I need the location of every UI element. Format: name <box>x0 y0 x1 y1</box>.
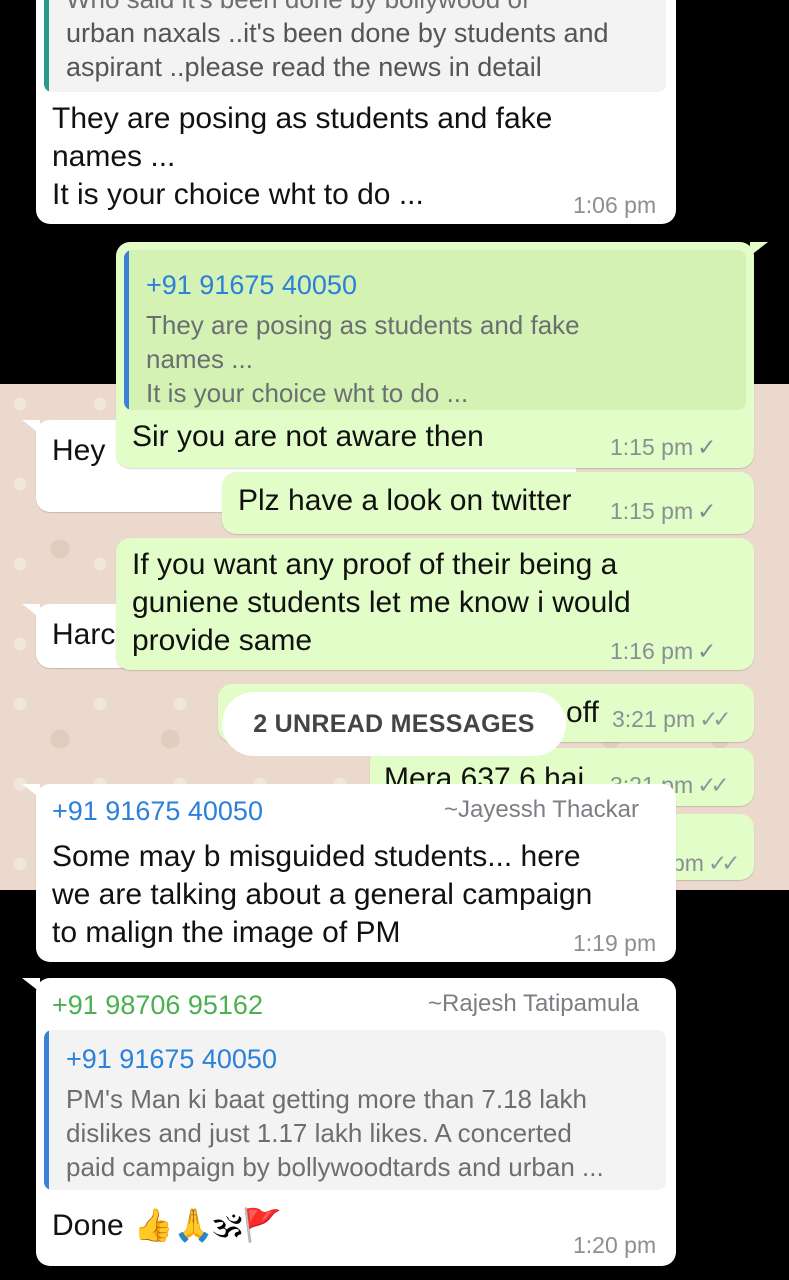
message-text: Sir you are not aware then <box>132 420 484 453</box>
sender-pushname: ~Rajesh Tatipamula <box>428 990 640 1017</box>
message-text: we are talking about a general campaign <box>52 878 593 911</box>
bubble-tail <box>22 978 40 992</box>
quote-bar <box>124 250 129 410</box>
message-text: Some may b misguided students... here <box>52 840 581 873</box>
message-bubble-outgoing[interactable]: Plz have a look on twitter 1:15 pm ✓ <box>222 472 754 534</box>
quote-text-line: urban naxals ..it's been done by student… <box>66 18 609 48</box>
bubble-tail <box>22 420 40 434</box>
message-text: provide same <box>132 624 313 657</box>
double-check-tick-icon: ✓✓ <box>697 772 729 798</box>
message-time: 1:06 pm <box>573 192 657 218</box>
bubble-tail <box>22 604 40 618</box>
message-time: 3:21 pm✓✓ <box>612 706 732 732</box>
message-text: If you want any proof of their being a <box>132 548 618 581</box>
quote-text-line: aspirant ..please read the news in detai… <box>66 52 542 82</box>
quote-text-line: Who said it's been done by bollywood of <box>66 0 529 16</box>
quote-bar <box>44 1030 49 1190</box>
message-time: 1:16 pm ✓ <box>610 638 717 664</box>
unread-messages-divider: 2 UNREAD MESSAGES <box>222 692 566 756</box>
quote-text-line: PM's Man ki baat getting more than 7.18 … <box>66 1084 587 1114</box>
quote-text-line: It is your choice wht to do ... <box>146 378 469 408</box>
double-check-tick-icon: ✓✓ <box>699 706 731 732</box>
message-time: 1:19 pm <box>573 930 657 956</box>
message-text: names ... <box>52 140 176 173</box>
double-check-tick-icon: ✓✓ <box>707 850 740 876</box>
message-bubble-outgoing[interactable]: If you want any proof of their being a g… <box>116 538 754 670</box>
quote-text-line: They are posing as students and fake <box>146 310 580 340</box>
message-text: to malign the image of PM <box>52 916 401 949</box>
quote-bar <box>44 0 49 92</box>
sender-pushname: ~Jayessh Thackar <box>444 796 639 823</box>
message-time: pm ✓✓ <box>672 850 740 876</box>
message-bubble-outgoing[interactable]: +91 91675 40050 They are posing as stude… <box>116 242 754 468</box>
message-time: 1:15 pm ✓ <box>610 434 717 460</box>
check-tick-icon: ✓ <box>697 434 717 460</box>
quote-text-line: paid campaign by bollywoodtards and urba… <box>66 1152 604 1182</box>
sender-number[interactable]: +91 91675 40050 <box>52 796 263 827</box>
quote-text-line: names ... <box>146 344 253 374</box>
quoted-message[interactable]: +91 91675 40050 They are posing as stude… <box>124 250 746 410</box>
message-time: 1:20 pm <box>573 1232 657 1258</box>
quote-sender: +91 91675 40050 <box>146 270 357 300</box>
check-tick-icon: ✓ <box>697 638 717 664</box>
sender-number[interactable]: +91 98706 95162 <box>52 990 263 1021</box>
emoji-set: 👍🙏🕉🚩 <box>133 1207 283 1243</box>
bubble-tail <box>22 784 40 798</box>
message-text: Plz have a look on twitter <box>238 484 572 517</box>
check-tick-icon: ✓ <box>697 498 717 524</box>
bubble-tail <box>750 242 768 256</box>
message-text: Harc <box>52 618 116 651</box>
message-text: It is your choice wht to do ... <box>52 178 424 211</box>
message-time: 1:15 pm ✓ <box>610 498 717 524</box>
message-text: They are posing as students and fake <box>52 102 553 135</box>
quoted-message[interactable]: +91 91675 40050 PM's Man ki baat getting… <box>44 1030 666 1190</box>
quote-text-line: dislikes and just 1.17 lakh likes. A con… <box>66 1118 572 1148</box>
message-bubble-incoming[interactable]: +91 91675 40050 ~Jayessh Thackar Some ma… <box>36 784 676 962</box>
message-bubble-incoming[interactable]: Who said it's been done by bollywood of … <box>36 0 676 224</box>
message-content-row: Done 👍🙏🕉🚩 <box>52 1206 288 1245</box>
message-text: off <box>566 696 599 729</box>
message-text: Done <box>52 1208 124 1242</box>
message-text: guniene students let me know i would <box>132 586 631 619</box>
message-text: Hey <box>52 434 106 467</box>
quote-sender: +91 91675 40050 <box>66 1044 277 1074</box>
quoted-message[interactable]: Who said it's been done by bollywood of … <box>44 0 666 92</box>
